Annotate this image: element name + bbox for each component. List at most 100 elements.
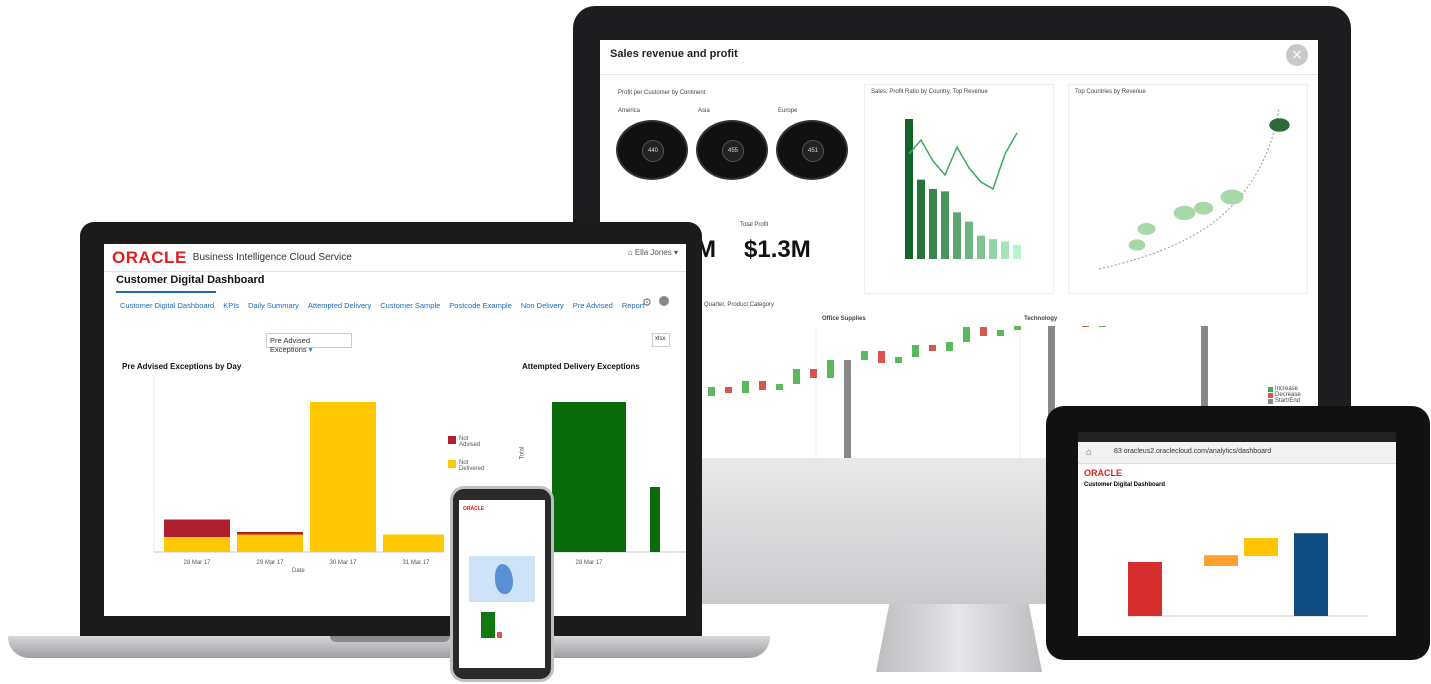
user-menu[interactable]: ⌂ Ella Jones ▾	[628, 248, 678, 257]
bar-segment	[164, 519, 230, 537]
export-button[interactable]: xlsx	[652, 333, 670, 347]
page-title: Customer Digital Dashboard	[116, 274, 265, 286]
bar	[989, 239, 997, 259]
tab-kpis[interactable]: KPIs	[223, 301, 239, 310]
legend-label: Not Advised	[459, 436, 481, 448]
dashboard-tabs: Customer Digital Dashboard KPIs Daily Su…	[120, 301, 650, 310]
x-tick-label: 29 Mar 17	[256, 560, 284, 566]
bar	[905, 119, 913, 259]
close-icon[interactable]: ×	[1286, 44, 1308, 66]
app-header: ORACLE Business Intelligence Cloud Servi…	[104, 244, 686, 272]
address-bar[interactable]: 83 oracleus2.oraclecloud.com/analytics/d…	[1078, 442, 1396, 464]
phone-screen: ORACLE	[459, 500, 545, 668]
x-tick-label: 31 Mar 17	[402, 560, 430, 566]
bar	[953, 212, 961, 259]
combo-chart-title: Sales, Profit Ratio by Country, Top Reve…	[871, 89, 988, 95]
bar	[965, 221, 973, 259]
waterfall-bar	[929, 345, 936, 351]
tab-customer-sample[interactable]: Customer Sample	[380, 301, 440, 310]
oracle-logo: ORACLE	[1084, 468, 1122, 478]
waterfall-title: Quarter, Product Category	[704, 302, 775, 308]
waterfall-bar	[742, 381, 749, 393]
gauge-label: Europe	[778, 108, 798, 114]
gauge-europe: 451	[776, 120, 848, 180]
oracle-logo: ORACLE	[463, 506, 485, 512]
gauge-value: 455	[722, 140, 744, 162]
kpi-label: Total Profit	[740, 222, 769, 228]
waterfall-bar	[980, 327, 987, 336]
product-name: Business Intelligence Cloud Service	[192, 252, 352, 263]
tablet-screen: 83 oracleus2.oraclecloud.com/analytics/d…	[1078, 432, 1396, 636]
left-chart-title: Pre Advised Exceptions by Day	[122, 362, 242, 371]
gauge-asia: 455	[696, 120, 768, 180]
home-icon[interactable]: ⌂	[1086, 447, 1092, 458]
waterfall-bar	[776, 384, 783, 390]
waterfall-bar	[1082, 326, 1089, 327]
gauges-panel-title: Profit per Customer by Continent	[618, 90, 706, 96]
tab-pre-advised[interactable]: Pre Advised	[573, 301, 613, 310]
scatter-chart	[1098, 108, 1290, 270]
waterfall-bar	[963, 327, 970, 342]
waterfall-bar	[997, 330, 1004, 336]
y-axis-title: Total	[519, 446, 526, 460]
bar-segment	[237, 532, 303, 535]
bar-segment	[164, 537, 230, 552]
imac-dashboard-title: Sales revenue and profit	[610, 48, 738, 60]
combo-chart	[905, 119, 1021, 259]
scatter-point	[1193, 201, 1214, 215]
waterfall-bar	[725, 387, 732, 393]
bar	[1244, 538, 1278, 556]
bar	[1204, 555, 1238, 566]
map-landmass	[495, 564, 513, 594]
chevron-down-icon[interactable]: ▾	[674, 248, 678, 257]
waterfall-bar	[708, 387, 715, 396]
tablet-chart	[1128, 533, 1368, 617]
pre-advised-chart: 28 Mar 17 29 Mar 17 30 Mar 17 31 Mar 17	[153, 372, 444, 566]
right-chart-title: Attempted Delivery Exceptions	[522, 362, 640, 371]
waterfall-total	[844, 360, 851, 460]
bar	[1013, 245, 1021, 259]
gear-icon[interactable]: ⚙	[642, 296, 652, 309]
gauge-label: Asia	[698, 108, 710, 114]
tab-daily-summary[interactable]: Daily Summary	[248, 301, 299, 310]
scatter-point	[1173, 205, 1196, 221]
bar	[1294, 533, 1328, 616]
tab-report[interactable]: Report	[622, 301, 645, 310]
bar-segment	[237, 534, 303, 552]
legend-label: Not Delivered	[459, 460, 485, 472]
phone-bar	[497, 632, 502, 638]
tab-customer-digital-dashboard[interactable]: Customer Digital Dashboard	[120, 301, 214, 310]
select-value: Pre Advised Exceptions	[270, 336, 311, 354]
waterfall-section: Office Supplies	[822, 316, 866, 322]
legend-label: Start/End	[1275, 398, 1301, 404]
waterfall-bar	[827, 360, 834, 378]
help-icon[interactable]	[659, 296, 669, 306]
waterfall-bar	[912, 345, 919, 357]
gauge-label: America	[618, 108, 641, 114]
waterfall-section: Technology	[1024, 316, 1058, 322]
imac-screen: Sales revenue and profit × Profit per Cu…	[600, 40, 1318, 460]
laptop-screen: ORACLE Business Intelligence Cloud Servi…	[104, 244, 686, 616]
apple-logo-icon	[946, 500, 980, 540]
legend-swatch	[448, 460, 456, 468]
scatter-panel: Top Countries by Revenue	[1068, 84, 1308, 294]
tab-postcode-example[interactable]: Postcode Example	[449, 301, 512, 310]
bar	[977, 235, 985, 259]
scatter-point	[1128, 239, 1146, 251]
kpi-value: $1.3M	[744, 236, 811, 263]
waterfall-bar	[878, 351, 885, 363]
tab-non-delivery[interactable]: Non Delivery	[521, 301, 564, 310]
trend-line	[1098, 108, 1280, 270]
tab-attempted-delivery[interactable]: Attempted Delivery	[308, 301, 371, 310]
scatter-point	[1269, 118, 1290, 132]
waterfall-bar	[793, 369, 800, 384]
exception-type-select[interactable]: Pre Advised Exceptions ▾	[266, 333, 352, 354]
home-icon[interactable]: ⌂	[628, 248, 633, 257]
gauge-value: 440	[642, 140, 664, 162]
bar	[941, 191, 949, 259]
waterfall-bar	[946, 342, 953, 351]
x-tick-label: 28 Mar 17	[183, 560, 211, 566]
chevron-down-icon: ▾	[308, 345, 313, 354]
legend-swatch	[448, 436, 456, 444]
map-thumbnail	[469, 556, 535, 602]
